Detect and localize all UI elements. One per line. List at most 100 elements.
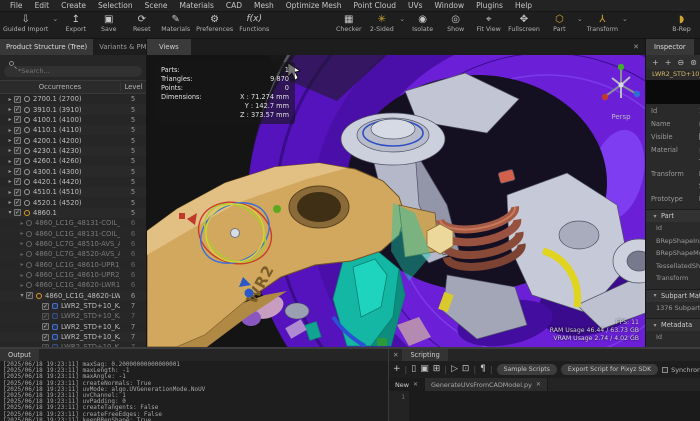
- menu-mesh[interactable]: Mesh: [248, 0, 280, 12]
- new-script-icon[interactable]: +: [393, 361, 401, 378]
- visibility-checkbox[interactable]: ✓: [14, 96, 21, 103]
- tree-row[interactable]: ▸✓4110.1 (4110)5: [0, 125, 146, 135]
- visibility-checkbox[interactable]: ✓: [14, 158, 21, 165]
- run-selection-icon[interactable]: ⊡: [462, 361, 470, 378]
- expand-icon[interactable]: ▸: [6, 116, 14, 123]
- synchronize-control[interactable]: Synchronize: [662, 366, 700, 374]
- tree-row[interactable]: ▾✓4860.15: [0, 208, 146, 218]
- script-tab-new[interactable]: New✕: [389, 378, 425, 391]
- clipboard-icon[interactable]: ▯: [411, 361, 416, 378]
- run-script-icon[interactable]: ▷: [451, 361, 458, 378]
- tab-variants-pmi[interactable]: Variants & PMI: [93, 39, 154, 55]
- expand-icon[interactable]: ▸: [6, 106, 14, 113]
- search-input[interactable]: [4, 66, 142, 77]
- tree-row[interactable]: ▸✓4200.1 (4200)5: [0, 135, 146, 145]
- expand-icon[interactable]: ▸: [6, 127, 14, 134]
- synchronize-checkbox[interactable]: [662, 367, 668, 373]
- tree-row[interactable]: ▸4860_LC1G_48620-LWR1_ARM_R6: [0, 280, 146, 290]
- visibility-checkbox[interactable]: ✓: [14, 178, 21, 185]
- visibility-checkbox[interactable]: ✓: [14, 189, 21, 196]
- part-section-header[interactable]: ▾Part: [646, 209, 700, 222]
- toolbar-button-show[interactable]: ◎Show: [439, 12, 472, 34]
- expand-icon[interactable]: ▸: [18, 230, 26, 237]
- menu-selection[interactable]: Selection: [92, 0, 139, 12]
- part-item-transform[interactable]: Transform: [646, 272, 700, 285]
- expand-icon[interactable]: ▸: [6, 189, 14, 196]
- menu-optimize-mesh[interactable]: Optimize Mesh: [280, 0, 348, 12]
- tree-row[interactable]: ✓LWR2_STD+10_KAKUNIN7: [0, 342, 146, 347]
- visibility-checkbox[interactable]: ✓: [42, 303, 49, 310]
- subpart-materials-summary[interactable]: 1376 Subpart Materials: [646, 302, 700, 315]
- close-icon[interactable]: ✕: [413, 381, 418, 388]
- chevron-down-icon[interactable]: ⌄: [52, 15, 58, 23]
- chevron-down-icon[interactable]: ⌄: [622, 15, 628, 23]
- add-occurrence-icon[interactable]: +: [652, 58, 659, 67]
- tree-row[interactable]: ▾✓4860_LC1G_48620-LWR2_A6: [0, 291, 146, 301]
- expand-icon[interactable]: ▸: [18, 261, 26, 268]
- occurrences-column-header[interactable]: Occurrences: [0, 83, 120, 91]
- expand-icon[interactable]: ▸: [6, 158, 14, 165]
- toolbar-button-b-rep[interactable]: ◗B-Rep: [665, 12, 698, 34]
- menu-materials[interactable]: Materials: [173, 0, 219, 12]
- unlink-icon[interactable]: ⊖: [677, 58, 684, 67]
- toolbar-button-fit-view[interactable]: ⌖Fit View: [472, 12, 505, 34]
- tab-output[interactable]: Output: [0, 349, 39, 361]
- add-component-icon[interactable]: +: [665, 58, 672, 67]
- toolbar-button-reset[interactable]: ⟳Reset: [125, 12, 158, 34]
- tree-row[interactable]: ▸✓3910.1 (3910)5: [0, 104, 146, 114]
- sample-scripts-button[interactable]: Sample Scripts: [497, 364, 557, 375]
- chevron-down-icon[interactable]: ⌄: [577, 15, 583, 23]
- menu-edit[interactable]: Edit: [29, 0, 56, 12]
- save-script-icon[interactable]: ▣: [420, 361, 429, 378]
- expand-icon[interactable]: ▾: [6, 209, 14, 216]
- visibility-checkbox[interactable]: ✓: [26, 292, 33, 299]
- visibility-checkbox[interactable]: ✓: [14, 199, 21, 206]
- viewport-3d-canvas[interactable]: WR2: [147, 55, 645, 347]
- level-column-header[interactable]: Level: [120, 83, 146, 91]
- tab-views[interactable]: Views: [147, 39, 191, 55]
- metadata-item-id[interactable]: Id: [646, 331, 700, 344]
- toolbar-button-guided-import[interactable]: ⇩Guided Import: [0, 12, 51, 34]
- script-editor[interactable]: 1: [389, 391, 700, 421]
- pilcrow-icon[interactable]: ¶: [480, 361, 486, 378]
- toolbar-button-two-sided[interactable]: ✳2-Sided: [365, 12, 398, 34]
- visibility-checkbox[interactable]: ✓: [42, 313, 49, 320]
- tree-row[interactable]: ✓LWR2_STD+10_KAKUNIN7: [0, 301, 146, 311]
- expand-icon[interactable]: ▸: [18, 251, 26, 258]
- toolbar-button-part[interactable]: ⬡Part: [543, 12, 576, 34]
- visibility-checkbox[interactable]: ✓: [42, 323, 49, 330]
- tree-row[interactable]: ✓LWR2_STD+10_KAKUNIN7: [0, 332, 146, 342]
- tree-row[interactable]: ▸4860_LC1G_48610-UPR1_ARM_R6: [0, 260, 146, 270]
- toolbar-button-save[interactable]: ▣Save: [92, 12, 125, 34]
- toolbar-button-isolate[interactable]: ◉Isolate: [406, 12, 439, 34]
- part-item-tessellatedshape[interactable]: TessellatedShape: [646, 260, 700, 273]
- visibility-checkbox[interactable]: ✓: [14, 147, 21, 154]
- chevron-down-icon[interactable]: ⌄: [399, 15, 405, 23]
- visibility-checkbox[interactable]: ✓: [14, 106, 21, 113]
- menu-create[interactable]: Create: [55, 0, 92, 12]
- tree-row[interactable]: ▸✓4520.1 (4520)5: [0, 197, 146, 207]
- close-icon[interactable]: ✕: [536, 381, 541, 388]
- menu-file[interactable]: File: [4, 0, 29, 12]
- expand-icon[interactable]: ▾: [18, 292, 26, 299]
- tree-row[interactable]: ▸✓4230.1 (4230)5: [0, 146, 146, 156]
- expand-icon[interactable]: ▸: [18, 240, 26, 247]
- tree-row[interactable]: ▸✓4100.1 (4100)5: [0, 115, 146, 125]
- toolbar-button-transform[interactable]: ⅄Transform: [584, 12, 621, 34]
- output-log[interactable]: [2025/06/18 19:23:11] maxSag: 0.20000000…: [0, 361, 388, 421]
- visibility-checkbox[interactable]: ✓: [14, 137, 21, 144]
- subpart-section-header[interactable]: ▾Subpart Materials: [646, 289, 700, 302]
- tree-row[interactable]: ▸4860_LC1G_48131-COIL_SPRG_R6: [0, 218, 146, 228]
- visibility-checkbox[interactable]: ✓: [14, 168, 21, 175]
- expand-icon[interactable]: ▸: [6, 137, 14, 144]
- expand-icon[interactable]: ▸: [6, 147, 14, 154]
- tree-row[interactable]: ▸4860_LC1G_48610-UPR2_ARM_R6: [0, 270, 146, 280]
- expand-icon[interactable]: ▸: [18, 282, 26, 289]
- toolbar-button-fullscreen[interactable]: ✥Fullscreen: [505, 12, 543, 34]
- tree-row[interactable]: ▸4860_LC7G_48510-AVS_ABSR_RH6: [0, 239, 146, 249]
- toolbar-button-export[interactable]: ↥Export: [59, 12, 92, 34]
- tree-row[interactable]: ▸✓2700.1 (2700)5: [0, 94, 146, 104]
- menu-cad[interactable]: CAD: [220, 0, 248, 12]
- tree-row[interactable]: ✓LWR2_STD+10_KAKUNIN7: [0, 322, 146, 332]
- script-tab-generateuvsfromcadmodel-py[interactable]: GenerateUVsFromCADModel.py✕: [425, 378, 548, 391]
